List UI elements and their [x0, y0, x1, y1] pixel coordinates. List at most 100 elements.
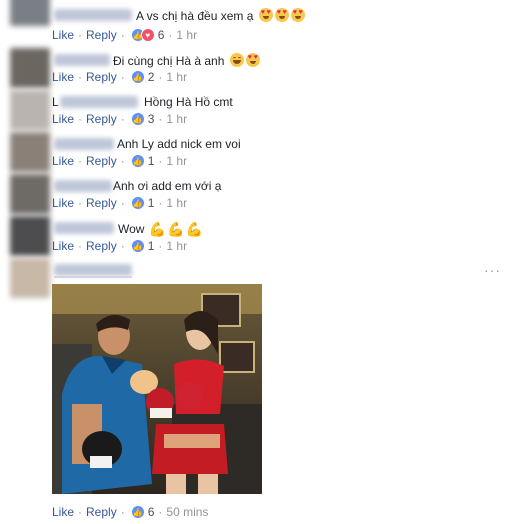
like-link[interactable]: Like — [52, 196, 74, 210]
separator: · — [158, 239, 163, 253]
reply-link[interactable]: Reply — [86, 196, 117, 210]
reaction-count: 3 — [147, 112, 155, 126]
commenter-name-blurred[interactable] — [54, 138, 114, 150]
avatar[interactable] — [10, 174, 50, 214]
avatar[interactable] — [10, 48, 50, 88]
heart-eyes-emoji-icon — [258, 8, 273, 22]
separator: · — [120, 505, 125, 519]
reply-link[interactable]: Reply — [86, 112, 117, 126]
comment-photo[interactable] — [52, 284, 262, 494]
separator: · — [120, 196, 125, 210]
flexed-biceps-emoji-icon: 💪 — [167, 221, 185, 237]
like-link[interactable]: Like — [52, 239, 74, 253]
like-reaction-icon: 👍 — [130, 239, 145, 253]
timestamp[interactable]: 1 hr — [166, 70, 187, 84]
reactions-summary[interactable]: 👍 6 — [130, 505, 155, 519]
separator: · — [158, 196, 163, 210]
timestamp[interactable]: 1 hr — [166, 239, 187, 253]
reaction-count: 1 — [147, 154, 155, 168]
reactions-summary[interactable]: 👍 1 — [130, 196, 155, 210]
like-reaction-icon: 👍 — [130, 505, 145, 519]
separator: · — [158, 154, 163, 168]
commenter-name-blurred[interactable] — [54, 222, 114, 234]
comment-text: A vs chị hà đều xem ạ — [136, 8, 305, 23]
avatar[interactable] — [10, 132, 50, 172]
laughing-emoji-icon — [229, 53, 244, 67]
avatar[interactable] — [10, 90, 50, 130]
comment-actions: Like · Reply · 👍 1 · 1 hr — [52, 196, 187, 210]
commenter-name-blurred[interactable] — [54, 180, 112, 192]
separator: · — [78, 239, 83, 253]
separator: · — [120, 112, 125, 126]
separator: · — [120, 28, 125, 42]
separator: · — [78, 70, 83, 84]
more-options-icon[interactable]: ··· — [484, 262, 501, 278]
like-link[interactable]: Like — [52, 70, 74, 84]
comment-text: Hồng Hà Hồ cmt — [144, 95, 233, 109]
comment-text: Wow 💪💪💪 — [118, 221, 204, 237]
avatar[interactable] — [10, 216, 50, 256]
comment-text: Anh Ly add nick em voi — [117, 137, 241, 151]
flexed-biceps-emoji-icon: 💪 — [148, 221, 167, 237]
separator: · — [120, 154, 125, 168]
timestamp[interactable]: 1 hr — [166, 112, 187, 126]
comment-actions: Like · Reply · 👍 2 · 1 hr — [52, 70, 187, 84]
heart-eyes-emoji-icon — [274, 8, 289, 22]
comment-actions: Like · Reply · 👍 3 · 1 hr — [52, 112, 187, 126]
comment-actions: Like · Reply · 👍 1 · 1 hr — [52, 239, 187, 253]
heart-eyes-emoji-icon — [290, 8, 305, 22]
like-reaction-icon: 👍 — [130, 196, 145, 210]
heart-eyes-emoji-icon — [245, 53, 260, 67]
comment-actions: Like · Reply · 👍 6 · 50 mins — [52, 505, 208, 519]
separator: · — [158, 112, 163, 126]
reaction-count: 1 — [147, 239, 155, 253]
name-underline — [54, 276, 132, 278]
commenter-name-blurred[interactable] — [54, 54, 110, 66]
like-link[interactable]: Like — [52, 112, 74, 126]
comment-text-l: L — [52, 95, 59, 109]
like-link[interactable]: Like — [52, 28, 74, 42]
commenter-name-blurred[interactable] — [54, 264, 132, 276]
commenter-name-blurred[interactable] — [60, 96, 138, 108]
reply-link[interactable]: Reply — [86, 154, 117, 168]
separator: · — [120, 70, 125, 84]
avatar[interactable] — [10, 258, 50, 298]
comment-actions: Like · Reply · 👍 ♥ 6 · 1 hr — [52, 28, 197, 42]
like-reaction-icon: 👍 — [130, 70, 145, 84]
reaction-count: 6 — [147, 505, 155, 519]
reactions-summary[interactable]: 👍 ♥ 6 — [130, 28, 165, 42]
separator: · — [120, 239, 125, 253]
separator: · — [158, 70, 163, 84]
reactions-summary[interactable]: 👍 3 — [130, 112, 155, 126]
reply-link[interactable]: Reply — [86, 239, 117, 253]
comment-actions: Like · Reply · 👍 1 · 1 hr — [52, 154, 187, 168]
reactions-summary[interactable]: 👍 1 — [130, 239, 155, 253]
reply-link[interactable]: Reply — [86, 70, 117, 84]
reply-link[interactable]: Reply — [86, 28, 117, 42]
timestamp[interactable]: 1 hr — [166, 196, 187, 210]
reactions-summary[interactable]: 👍 1 — [130, 154, 155, 168]
reaction-count: 2 — [147, 70, 155, 84]
like-link[interactable]: Like — [52, 505, 74, 519]
love-reaction-icon: ♥ — [140, 28, 155, 42]
timestamp[interactable]: 1 hr — [166, 154, 187, 168]
separator: · — [78, 154, 83, 168]
like-link[interactable]: Like — [52, 154, 74, 168]
separator: · — [168, 28, 173, 42]
reaction-count: 6 — [157, 28, 165, 42]
separator: · — [78, 112, 83, 126]
reactions-summary[interactable]: 👍 2 — [130, 70, 155, 84]
flexed-biceps-emoji-icon: 💪 — [185, 221, 204, 237]
timestamp[interactable]: 50 mins — [166, 505, 208, 519]
reaction-count: 1 — [147, 196, 155, 210]
separator: · — [78, 196, 83, 210]
separator: · — [78, 28, 83, 42]
like-reaction-icon: 👍 — [130, 112, 145, 126]
commenter-name-blurred[interactable] — [54, 9, 132, 21]
reply-link[interactable]: Reply — [86, 505, 117, 519]
comment-text: Đi cùng chị Hà à anh — [113, 53, 260, 68]
separator: · — [78, 505, 83, 519]
timestamp[interactable]: 1 hr — [176, 28, 197, 42]
avatar[interactable] — [10, 0, 50, 26]
comment-text: Anh ơi add em với ạ — [113, 179, 222, 193]
